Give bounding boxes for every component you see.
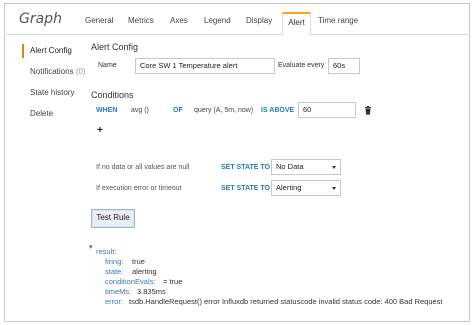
result-time-ms-key: timeMs: <box>105 287 132 296</box>
sidebar-item-state-history[interactable]: State history <box>30 88 74 97</box>
result-condition-evals-key: conditionEvals: <box>105 277 156 286</box>
tab-divider <box>6 34 470 35</box>
result-firing-key: firing: <box>105 257 124 266</box>
test-rule-button[interactable]: Test Rule <box>91 209 135 228</box>
panel-editor: Graph General Metrics Axes Legend Displa… <box>4 3 470 322</box>
notifications-count: (0) <box>75 67 86 76</box>
sidebar-item-notifications[interactable]: Notifications (0) <box>30 67 86 76</box>
result-condition-evals-value: = true <box>163 277 183 286</box>
chevron-down-icon <box>332 166 336 169</box>
condition-query[interactable]: query (A, 5m, now) <box>194 107 253 114</box>
sidebar-item-alert-config[interactable]: Alert Config <box>30 46 72 55</box>
no-data-label: If no data or all values are null <box>96 164 190 171</box>
result-state-value: alerting <box>132 267 157 276</box>
condition-reducer[interactable]: avg () <box>131 107 149 114</box>
tab-metrics[interactable]: Metrics <box>128 16 154 25</box>
exec-error-state-value: Alerting <box>276 183 302 192</box>
alert-config-heading: Alert Config <box>91 42 139 52</box>
add-condition-icon[interactable]: + <box>97 125 103 136</box>
chevron-down-icon <box>332 187 336 190</box>
alert-name-input[interactable]: Core SW 1 Temperature alert <box>135 58 275 74</box>
tab-general[interactable]: General <box>85 16 113 25</box>
result-time-ms-value: 3.835ms <box>137 287 166 296</box>
condition-of: OF <box>173 107 183 114</box>
tab-legend[interactable]: Legend <box>204 16 231 25</box>
sidebar-item-delete[interactable]: Delete <box>30 109 53 118</box>
tab-display[interactable]: Display <box>246 16 272 25</box>
panel-title: Graph <box>19 11 62 27</box>
condition-when: WHEN <box>96 107 118 114</box>
conditions-heading: Conditions <box>91 90 134 100</box>
exec-error-state-select[interactable]: Alerting <box>271 180 341 196</box>
result-root-key: result: <box>96 247 117 256</box>
condition-evaluator[interactable]: IS ABOVE <box>261 107 294 114</box>
name-label: Name <box>98 62 117 69</box>
no-data-state-select[interactable]: No Data <box>271 159 341 175</box>
no-data-state-value: No Data <box>276 162 304 171</box>
evaluate-every-input[interactable]: 60s <box>328 58 360 74</box>
result-firing-value: true <box>132 257 145 266</box>
trash-icon[interactable] <box>364 106 372 115</box>
result-toggle-icon[interactable]: ▾ <box>89 243 93 251</box>
exec-error-label: If execution error or timeout <box>96 185 182 192</box>
evaluate-every-label: Evaluate every <box>278 62 325 69</box>
result-error-key: error: <box>105 297 123 306</box>
tab-time-range[interactable]: Time range <box>318 16 358 25</box>
tab-alert[interactable]: Alert <box>282 12 311 35</box>
sidebar-active-indicator <box>22 44 24 58</box>
result-state-key: state: <box>105 267 124 276</box>
exec-error-set-state: SET STATE TO <box>221 185 271 192</box>
no-data-set-state: SET STATE TO <box>221 164 271 171</box>
tab-axes[interactable]: Axes <box>170 16 188 25</box>
result-error-value: tsdb.HandleRequest() error Influxdb retu… <box>129 297 443 306</box>
threshold-input[interactable]: 60 <box>298 102 356 118</box>
sidebar-item-label: Notifications <box>30 67 74 76</box>
